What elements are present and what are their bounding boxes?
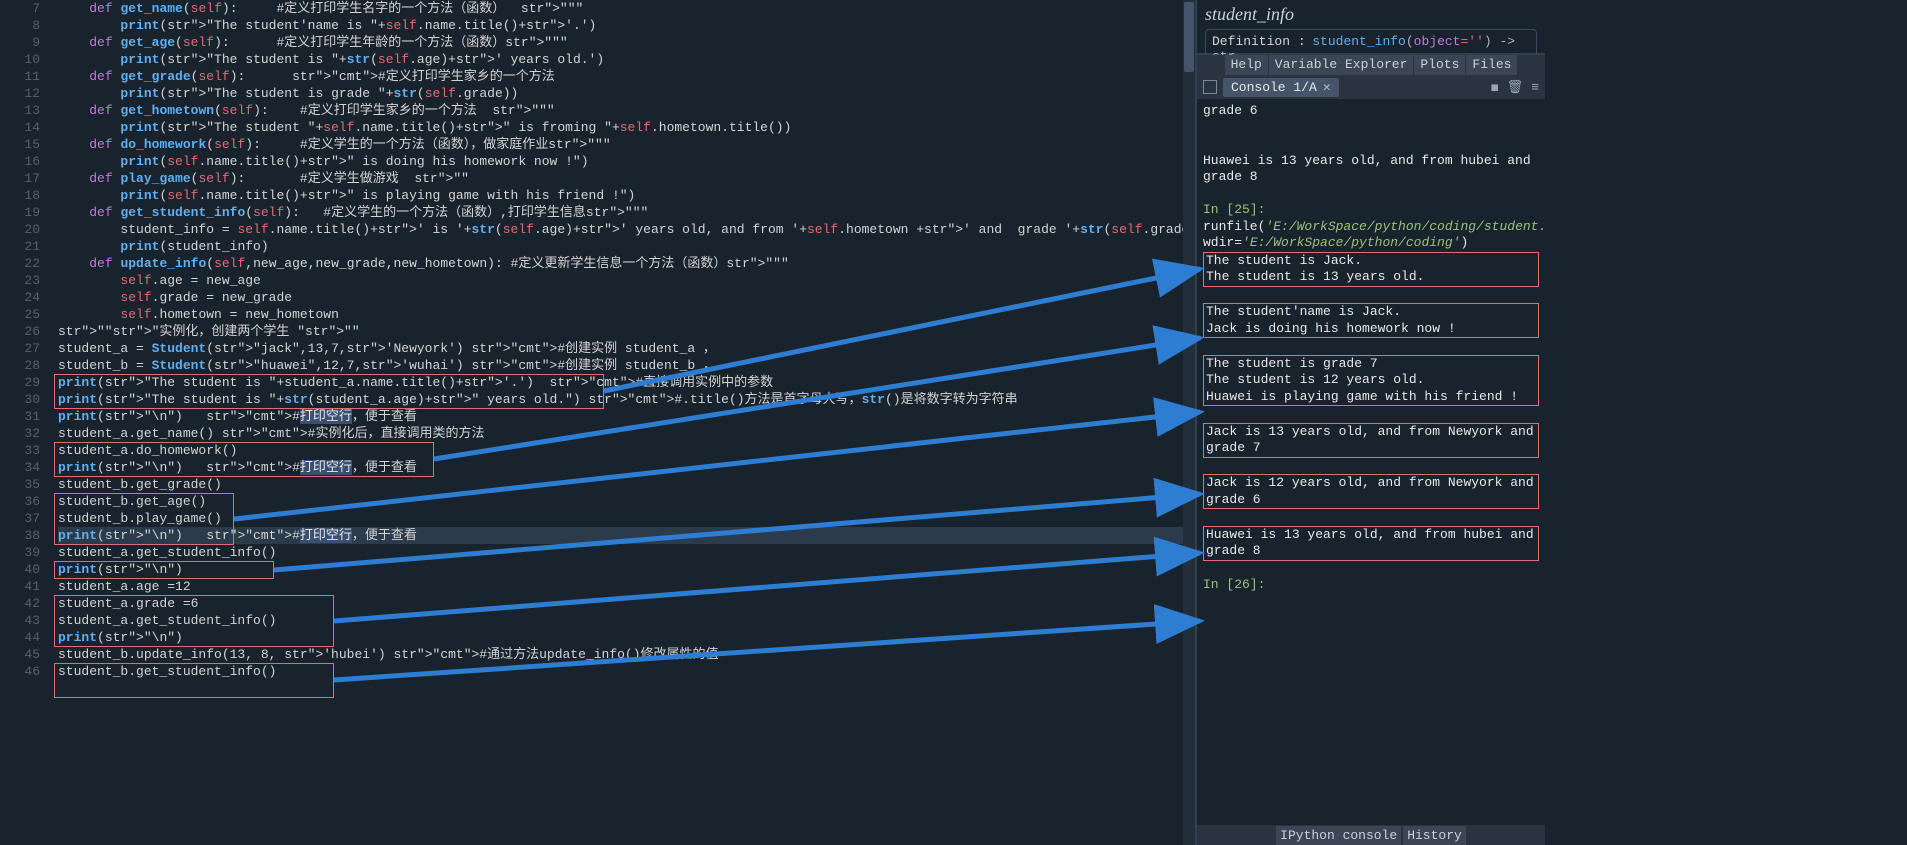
code-line[interactable]: print(str">"\n") <box>58 629 1195 646</box>
code-line[interactable]: def get_hometown(self): #定义打印学生家乡的一个方法 s… <box>58 102 1195 119</box>
ipython-console[interactable]: grade 6 Huawei is 13 years old, and from… <box>1197 99 1545 825</box>
help-pane: student_info Definition : student_info(o… <box>1197 0 1545 55</box>
code-line[interactable]: print(str">"The student is "+str(self.ag… <box>58 51 1195 68</box>
console-tab-bar: Console 1/A✕ ◼ 🗑 ≡ <box>1197 75 1545 99</box>
tab-plots[interactable]: Plots <box>1414 55 1465 75</box>
code-line[interactable]: print(str">"The student is grade "+str(s… <box>58 85 1195 102</box>
console-tab[interactable]: Console 1/A✕ <box>1223 78 1339 97</box>
menu-icon[interactable]: ≡ <box>1531 80 1539 95</box>
code-line[interactable]: student_a.get_name() str">"cmt">#实例化后，直接… <box>58 425 1195 442</box>
code-line[interactable]: print(str">"The student'name is "+self.n… <box>58 17 1195 34</box>
code-line[interactable]: student_a.get_student_info() <box>58 612 1195 629</box>
help-title: student_info <box>1205 4 1537 25</box>
line-gutter: 7891011121314151617181920212223242526272… <box>0 0 48 845</box>
tab-variable-explorer[interactable]: Variable Explorer <box>1269 55 1414 75</box>
code-editor[interactable]: 7891011121314151617181920212223242526272… <box>0 0 1195 845</box>
code-line[interactable]: print(str">"The student "+self.name.titl… <box>58 119 1195 136</box>
code-area[interactable]: def get_name(self): #定义打印学生名字的一个方法（函数） s… <box>58 0 1195 680</box>
right-panel: student_info Definition : student_info(o… <box>1195 0 1545 845</box>
trash-icon[interactable]: 🗑 <box>1507 80 1524 95</box>
tab-ipython-console[interactable]: IPython console <box>1276 826 1401 845</box>
code-line[interactable]: student_info = self.name.title()+str">' … <box>58 221 1195 238</box>
code-line[interactable]: self.grade = new_grade <box>58 289 1195 306</box>
tab-files[interactable]: Files <box>1466 55 1517 75</box>
code-line[interactable]: student_a.grade =6 <box>58 595 1195 612</box>
code-line[interactable]: def do_homework(self): #定义学生的一个方法（函数），做家… <box>58 136 1195 153</box>
help-tabs: Help Variable Explorer Plots Files <box>1197 55 1545 75</box>
code-line[interactable]: print(student_info) <box>58 238 1195 255</box>
code-line[interactable]: student_a.do_homework() <box>58 442 1195 459</box>
code-line[interactable]: str">""str">"实例化，创建两个学生 "str">"" <box>58 323 1195 340</box>
code-line[interactable]: def get_student_info(self): #定义学生的一个方法（函… <box>58 204 1195 221</box>
scrollbar-thumb[interactable] <box>1184 2 1194 72</box>
code-line[interactable]: def get_age(self): #定义打印学生年龄的一个方法（函数）str… <box>58 34 1195 51</box>
code-line[interactable]: print(str">"\n") str">"cmt">#打印空行，便于查看 <box>58 408 1195 425</box>
stop-icon[interactable]: ◼ <box>1491 80 1499 95</box>
code-line[interactable]: student_b.update_info(13, 8, str">'hubei… <box>58 646 1195 663</box>
code-line[interactable]: print(str">"\n") str">"cmt">#打印空行，便于查看 <box>58 527 1195 544</box>
tab-help[interactable]: Help <box>1225 55 1268 75</box>
code-line[interactable]: student_b.play_game() <box>58 510 1195 527</box>
console-bottom-tabs: IPython console History <box>1197 825 1545 845</box>
code-line[interactable]: print(str">"\n") str">"cmt">#打印空行，便于查看 <box>58 459 1195 476</box>
close-icon[interactable]: ✕ <box>1323 80 1331 95</box>
code-line[interactable]: print(str">"The student is "+student_a.n… <box>58 374 1195 391</box>
editor-scrollbar[interactable] <box>1183 0 1195 845</box>
tab-history[interactable]: History <box>1403 826 1466 845</box>
code-line[interactable]: student_a.age =12 <box>58 578 1195 595</box>
code-line[interactable]: student_b.get_grade() <box>58 476 1195 493</box>
new-console-icon[interactable] <box>1203 80 1217 94</box>
code-line[interactable]: student_a.get_student_info() <box>58 544 1195 561</box>
code-line[interactable]: print(self.name.title()+str">" is doing … <box>58 153 1195 170</box>
code-line[interactable]: print(str">"\n") <box>58 561 1195 578</box>
code-line[interactable]: self.age = new_age <box>58 272 1195 289</box>
code-line[interactable]: self.hometown = new_hometown <box>58 306 1195 323</box>
code-line[interactable]: student_a = Student(str">"jack",13,7,str… <box>58 340 1195 357</box>
code-line[interactable]: student_b.get_student_info() <box>58 663 1195 680</box>
code-line[interactable]: def get_grade(self): str">"cmt">#定义打印学生家… <box>58 68 1195 85</box>
code-line[interactable]: def play_game(self): #定义学生做游戏 str">"" <box>58 170 1195 187</box>
code-line[interactable]: print(str">"The student is "+str(student… <box>58 391 1195 408</box>
code-line[interactable]: student_b.get_age() <box>58 493 1195 510</box>
code-line[interactable]: student_b = Student(str">"huawei",12,7,s… <box>58 357 1195 374</box>
code-line[interactable]: def update_info(self,new_age,new_grade,n… <box>58 255 1195 272</box>
code-line[interactable]: print(self.name.title()+str">" is playin… <box>58 187 1195 204</box>
code-line[interactable]: def get_name(self): #定义打印学生名字的一个方法（函数） s… <box>58 0 1195 17</box>
